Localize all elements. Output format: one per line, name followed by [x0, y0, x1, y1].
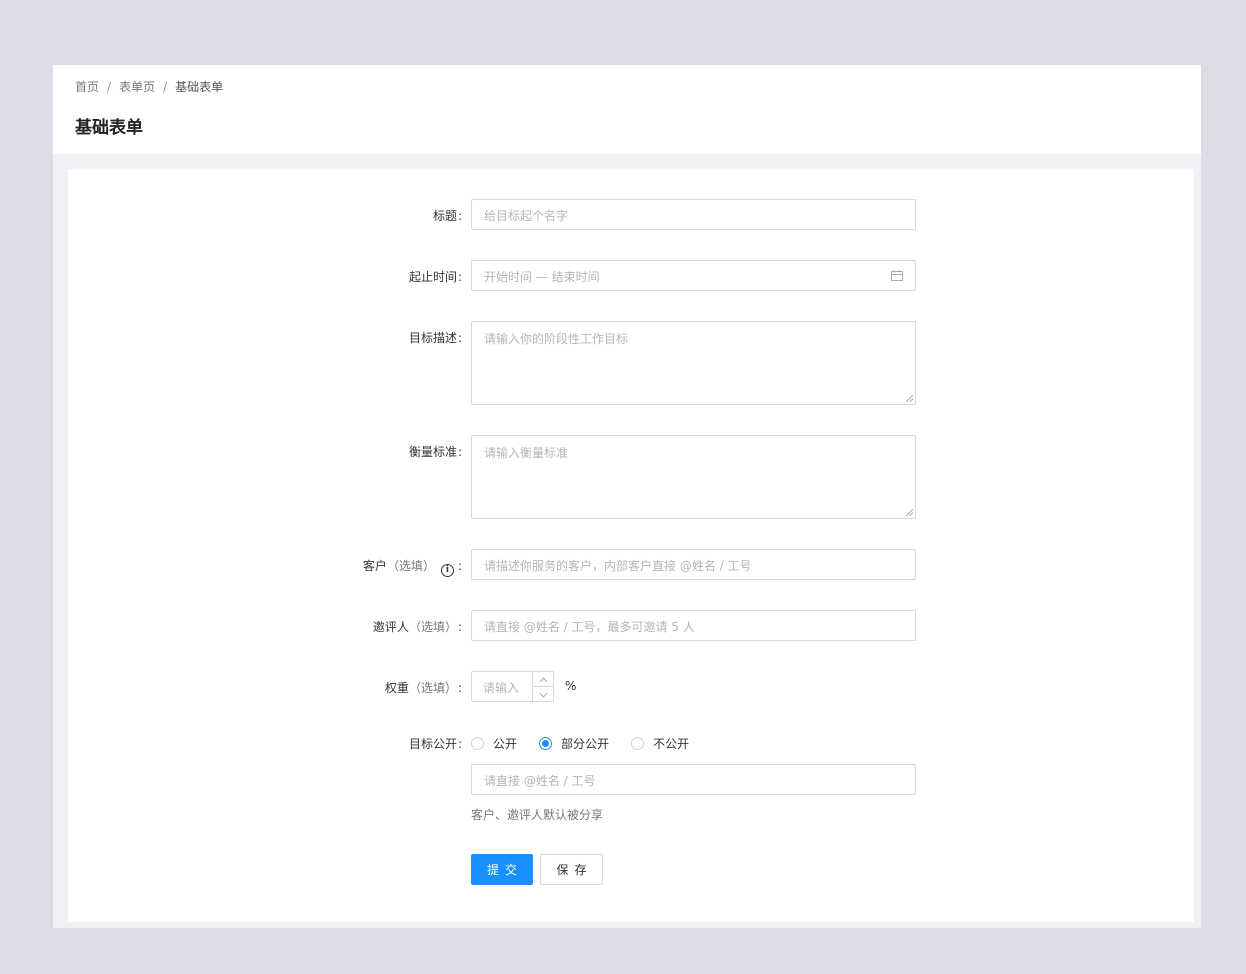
submit-button[interactable]: 提交 — [471, 854, 533, 885]
reviewer-label: 邀评人（选填）: — [372, 620, 462, 634]
goal-desc-textarea[interactable]: 请输入你的阶段性工作目标 — [471, 321, 916, 405]
info-icon[interactable]: i — [440, 564, 454, 577]
page-title: 基础表单 — [75, 118, 143, 138]
chevron-down-icon — [539, 692, 547, 698]
stepper-up-button[interactable] — [533, 672, 553, 687]
breadcrumb-item-home[interactable]: 首页 — [75, 78, 99, 95]
radio-public[interactable]: 公开 — [471, 735, 517, 752]
goal-desc-placeholder: 请输入你的阶段性工作目标 — [484, 332, 629, 346]
radio-circle-checked[interactable] — [539, 737, 553, 750]
weight-unit: % — [565, 679, 577, 693]
resize-handle-icon[interactable] — [906, 395, 913, 402]
app-container: 首页 / 表单页 / 基础表单 基础表单 标题: 给目标起个名字 起止时间: 开… — [53, 65, 1201, 928]
share-hint: 客户、邀评人默认被分享 — [471, 808, 604, 822]
client-placeholder: 请描述你服务的客户，内部客户直接 @姓名 / 工号 — [484, 559, 752, 573]
visibility-radio-group: 公开 部分公开 不公开 — [471, 735, 711, 752]
metrics-label: 衡量标准: — [408, 445, 462, 459]
radio-circle[interactable] — [471, 737, 484, 750]
metrics-textarea[interactable]: 请输入衡量标准 — [471, 435, 916, 519]
weight-label: 权重（选填）: — [384, 681, 462, 695]
resize-handle-icon[interactable] — [906, 509, 913, 516]
title-label: 标题: — [432, 209, 462, 223]
visibility-label: 目标公开: — [408, 737, 462, 751]
breadcrumb-item-current: 基础表单 — [175, 80, 224, 94]
breadcrumb: 首页 / 表单页 / 基础表单 — [75, 78, 223, 95]
radio-partial-public[interactable]: 部分公开 — [539, 735, 609, 752]
breadcrumb-separator: / — [163, 79, 168, 94]
weight-placeholder: 请输入 — [483, 681, 520, 695]
client-label: 客户（选填） i: — [362, 559, 462, 577]
radio-private[interactable]: 不公开 — [631, 735, 689, 752]
goal-desc-label: 目标描述: — [408, 331, 462, 345]
title-placeholder: 给目标起个名字 — [484, 209, 569, 223]
breadcrumb-item-form-page[interactable]: 表单页 — [119, 78, 155, 95]
radio-circle[interactable] — [631, 737, 645, 750]
title-input[interactable]: 给目标起个名字 — [471, 199, 916, 230]
breadcrumb-separator: / — [107, 79, 112, 94]
date-range-label: 起止时间: — [408, 270, 462, 284]
calendar-icon — [891, 270, 903, 281]
date-range-placeholder: 开始时间 — 结束时间 — [484, 270, 600, 284]
form-card: 标题: 给目标起个名字 起止时间: 开始时间 — 结束时间 目标描述: 请输入你… — [68, 169, 1194, 922]
client-input[interactable]: 请描述你服务的客户，内部客户直接 @姓名 / 工号 — [471, 549, 916, 580]
stepper-buttons — [532, 672, 553, 701]
share-with-placeholder: 请直接 @姓名 / 工号 — [484, 774, 596, 788]
date-range-picker[interactable]: 开始时间 — 结束时间 — [471, 260, 916, 291]
share-with-input[interactable]: 请直接 @姓名 / 工号 — [471, 764, 916, 795]
metrics-placeholder: 请输入衡量标准 — [484, 446, 569, 460]
reviewer-placeholder: 请直接 @姓名 / 工号，最多可邀请 5 人 — [484, 620, 695, 634]
reviewer-input[interactable]: 请直接 @姓名 / 工号，最多可邀请 5 人 — [471, 610, 916, 641]
chevron-up-icon — [539, 677, 547, 683]
page-header: 首页 / 表单页 / 基础表单 基础表单 — [53, 65, 1201, 154]
weight-stepper[interactable]: 请输入 — [471, 671, 554, 702]
stepper-down-button[interactable] — [533, 687, 553, 701]
save-button[interactable]: 保存 — [540, 854, 603, 885]
